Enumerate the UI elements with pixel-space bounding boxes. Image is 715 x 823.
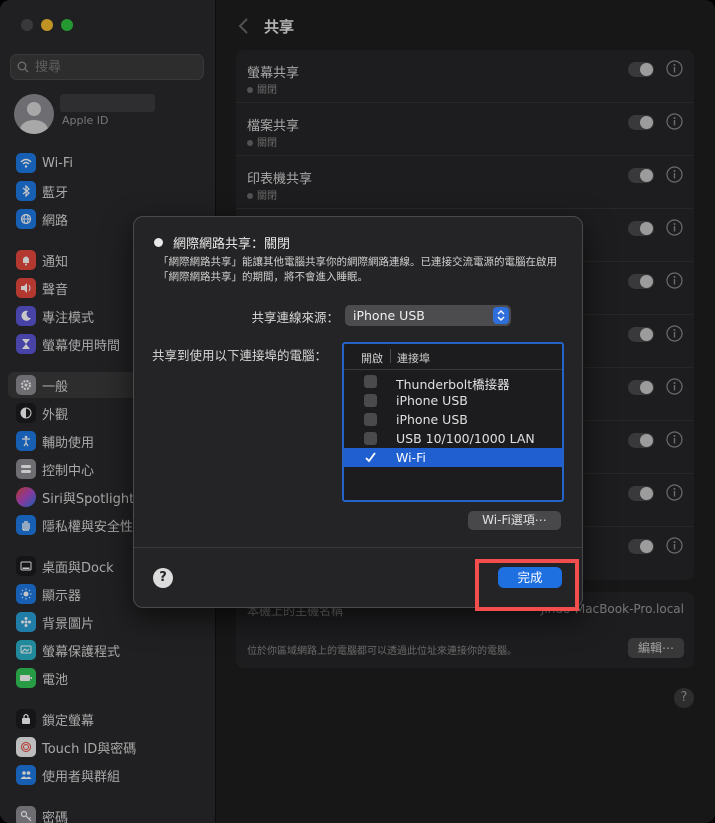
port-label: iPhone USB — [396, 393, 468, 408]
table-row[interactable]: USB 10/100/1000 LAN — [344, 429, 562, 448]
table-row[interactable]: iPhone USB — [344, 391, 562, 410]
divider — [134, 547, 582, 548]
dialog-title-text: 網際網路共享：關閉 — [173, 237, 291, 252]
table-row-selected[interactable]: Wi-Fi — [344, 448, 562, 467]
port-checkbox[interactable] — [364, 394, 377, 407]
system-settings-window: Apple ID Wi-Fi 藍牙 網路 通知 聲音 專注模式 螢幕使用時間 一… — [0, 0, 715, 823]
column-header-port[interactable]: 連接埠 — [397, 350, 430, 366]
column-header-on[interactable]: 開啟 — [361, 350, 383, 366]
port-checkbox[interactable] — [364, 375, 377, 388]
dialog-description: 「網際網路共享」能讓其他電腦共享你的網際網路連線。已連接交流電源的電腦在啟用「網… — [158, 256, 557, 283]
table-row[interactable]: iPhone USB — [344, 410, 562, 429]
share-source-select[interactable]: iPhone USB — [345, 305, 511, 326]
wifi-options-button[interactable]: Wi-Fi選項⋯ — [468, 511, 561, 530]
port-label: Wi-Fi — [396, 450, 426, 465]
ports-table-header: 開啟 連接埠 — [344, 344, 562, 370]
table-row[interactable]: Thunderbolt橋接器 — [344, 372, 562, 392]
share-to-label: 共享到使用以下連接埠的電腦： — [152, 348, 328, 363]
status-dot-icon — [154, 238, 163, 247]
annotation-highlight-box — [475, 559, 579, 611]
port-checkbox-checked[interactable] — [364, 451, 377, 464]
port-label: iPhone USB — [396, 412, 468, 427]
chevron-updown-icon — [493, 307, 509, 324]
internet-sharing-dialog: 網際網路共享：關閉 「網際網路共享」能讓其他電腦共享你的網際網路連線。已連接交流… — [133, 216, 583, 608]
share-source-label: 共享連線來源： — [251, 310, 339, 325]
dialog-title: 網際網路共享：關閉 — [154, 233, 290, 252]
share-source-value: iPhone USB — [353, 308, 425, 323]
column-divider — [390, 349, 391, 363]
port-checkbox[interactable] — [364, 413, 377, 426]
port-checkbox[interactable] — [364, 432, 377, 445]
ports-table: 開啟 連接埠 Thunderbolt橋接器 iPhone USB iPhone … — [342, 342, 564, 502]
checkmark-icon — [365, 452, 376, 463]
port-label: USB 10/100/1000 LAN — [396, 431, 535, 446]
dialog-help-button[interactable]: ? — [153, 568, 173, 588]
